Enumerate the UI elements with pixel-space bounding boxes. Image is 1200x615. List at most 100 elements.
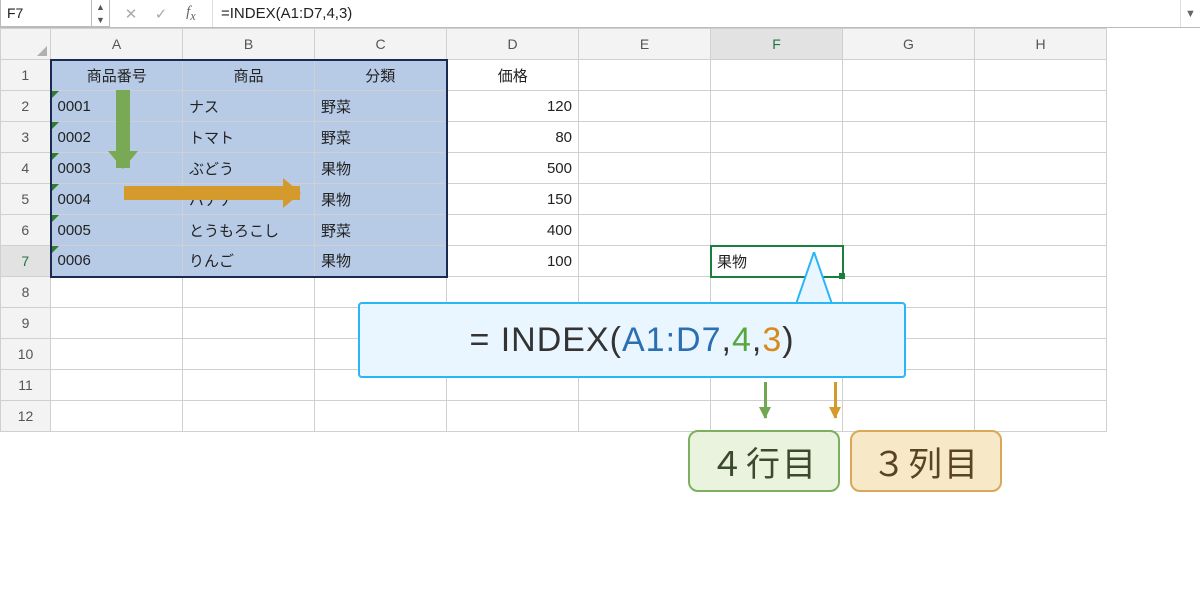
cell-E5[interactable] (579, 184, 711, 215)
cell-C5[interactable]: 果物 (315, 184, 447, 215)
cell-A1[interactable]: 商品番号 (51, 60, 183, 91)
cell-F1[interactable] (711, 60, 843, 91)
cell-H2[interactable] (975, 91, 1107, 122)
cell-B3[interactable]: トマト (183, 122, 315, 153)
cell-D5[interactable]: 150 (447, 184, 579, 215)
cell-H5[interactable] (975, 184, 1107, 215)
cell-C1[interactable]: 分類 (315, 60, 447, 91)
cell-A6[interactable]: 0005 (51, 215, 183, 246)
col-header-F[interactable]: F (711, 29, 843, 60)
callout-range: A1:D7 (622, 321, 722, 360)
cell-C3[interactable]: 野菜 (315, 122, 447, 153)
col-header-G[interactable]: G (843, 29, 975, 60)
row-header-4[interactable]: 4 (1, 153, 51, 184)
enter-icon[interactable]: ✓ (152, 5, 170, 23)
row-header-3[interactable]: 3 (1, 122, 51, 153)
select-all-corner[interactable] (1, 29, 51, 60)
row-header-11[interactable]: 11 (1, 370, 51, 401)
cell-F6[interactable] (711, 215, 843, 246)
cell-A7[interactable]: 0006 (51, 246, 183, 277)
row-header-6[interactable]: 6 (1, 215, 51, 246)
cell-E4[interactable] (579, 153, 711, 184)
col-header-B[interactable]: B (183, 29, 315, 60)
cell-G4[interactable] (843, 153, 975, 184)
col-header-D[interactable]: D (447, 29, 579, 60)
cell-B5[interactable]: バナナ (183, 184, 315, 215)
cell-A2[interactable]: 0001 (51, 91, 183, 122)
cell-A8[interactable] (51, 277, 183, 308)
row-header-12[interactable]: 12 (1, 401, 51, 432)
callout-row-arrow-icon (764, 382, 767, 418)
callout-comma1: , (721, 321, 731, 360)
callout-pointer-icon (796, 252, 832, 304)
cell-D7[interactable]: 100 (447, 246, 579, 277)
row-header-5[interactable]: 5 (1, 184, 51, 215)
cell-B6[interactable]: とうもろこし (183, 215, 315, 246)
cell-G1[interactable] (843, 60, 975, 91)
cell-B2[interactable]: ナス (183, 91, 315, 122)
cell-F4[interactable] (711, 153, 843, 184)
stepper-up-icon[interactable]: ▲ (92, 0, 109, 13)
cell-F5[interactable] (711, 184, 843, 215)
formula-callout: = INDEX( A1:D7 , 4 , 3 ) (358, 302, 906, 378)
cell-F2[interactable] (711, 91, 843, 122)
stepper-down-icon[interactable]: ▼ (92, 13, 109, 26)
col-header-E[interactable]: E (579, 29, 711, 60)
row-header-1[interactable]: 1 (1, 60, 51, 91)
formula-expand-icon[interactable]: ▼ (1180, 0, 1200, 27)
cell-B7[interactable]: りんご (183, 246, 315, 277)
cell-G3[interactable] (843, 122, 975, 153)
col-header-A[interactable]: A (51, 29, 183, 60)
cell-E1[interactable] (579, 60, 711, 91)
cell-E2[interactable] (579, 91, 711, 122)
row-label-box: ４行目 (688, 430, 840, 492)
col-header-C[interactable]: C (315, 29, 447, 60)
cell-E7[interactable] (579, 246, 711, 277)
cell-D4[interactable]: 500 (447, 153, 579, 184)
row-header-8[interactable]: 8 (1, 277, 51, 308)
cell-C7[interactable]: 果物 (315, 246, 447, 277)
cell-G6[interactable] (843, 215, 975, 246)
cancel-icon[interactable]: ✕ (122, 5, 140, 23)
cell-A3[interactable]: 0002 (51, 122, 183, 153)
cell-D6[interactable]: 400 (447, 215, 579, 246)
cell-C2[interactable]: 野菜 (315, 91, 447, 122)
cell-D2[interactable]: 120 (447, 91, 579, 122)
name-box[interactable]: F7 (0, 0, 92, 27)
cell-A5[interactable]: 0004 (51, 184, 183, 215)
row-header-2[interactable]: 2 (1, 91, 51, 122)
cell-C4[interactable]: 果物 (315, 153, 447, 184)
cell-B1[interactable]: 商品 (183, 60, 315, 91)
callout-col-arrow-icon (834, 382, 837, 418)
cell-G5[interactable] (843, 184, 975, 215)
cell-E3[interactable] (579, 122, 711, 153)
callout-comma2: , (752, 321, 762, 360)
cell-D3[interactable]: 80 (447, 122, 579, 153)
cell-H1[interactable] (975, 60, 1107, 91)
cell-H6[interactable] (975, 215, 1107, 246)
cell-E6[interactable] (579, 215, 711, 246)
callout-col: 3 (762, 321, 782, 360)
cell-A4[interactable]: 0003 (51, 153, 183, 184)
cell-G7[interactable] (843, 246, 975, 277)
cell-C6[interactable]: 野菜 (315, 215, 447, 246)
cell-B4[interactable]: ぶどう (183, 153, 315, 184)
row-header-9[interactable]: 9 (1, 308, 51, 339)
cell-H7[interactable] (975, 246, 1107, 277)
callout-close: ) (782, 321, 794, 360)
formula-bar: F7 ▲ ▼ ✕ ✓ fx =INDEX(A1:D7,4,3) ▼ (0, 0, 1200, 28)
cell-D1[interactable]: 価格 (447, 60, 579, 91)
callout-eq: = INDEX( (469, 321, 622, 360)
row-header-10[interactable]: 10 (1, 339, 51, 370)
name-box-stepper[interactable]: ▲ ▼ (92, 0, 110, 27)
cell-H3[interactable] (975, 122, 1107, 153)
cell-F3[interactable] (711, 122, 843, 153)
col-label-text: ３列目 (872, 437, 980, 486)
fx-icon[interactable]: fx (182, 4, 200, 24)
col-label-box: ３列目 (850, 430, 1002, 492)
col-header-H[interactable]: H (975, 29, 1107, 60)
formula-input[interactable]: =INDEX(A1:D7,4,3) (213, 0, 1180, 27)
row-header-7[interactable]: 7 (1, 246, 51, 277)
cell-G2[interactable] (843, 91, 975, 122)
cell-H4[interactable] (975, 153, 1107, 184)
